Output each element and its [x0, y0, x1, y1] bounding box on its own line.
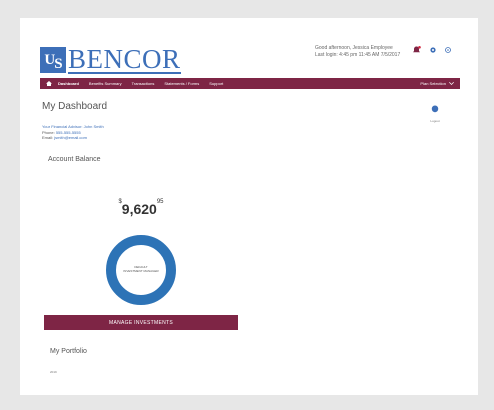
logo-mark-u: U [44, 51, 55, 68]
email-link[interactable]: jsmith@email.com [54, 135, 87, 140]
donut-center-label: DEFAULT INVESTMENT MANAGER [105, 265, 177, 273]
advisor-info: Your Financial Advisor: John Smith Phone… [42, 124, 104, 141]
nav-statements-forms[interactable]: Statements / Forms [164, 81, 199, 86]
nav-transactions[interactable]: Transactions [132, 81, 155, 86]
logout-label: Logout [430, 119, 440, 123]
power-icon [431, 105, 439, 113]
portfolio-note: 2019 [50, 370, 57, 374]
card-title: Account Balance [48, 156, 101, 163]
account-balance-card: Account Balance $9,62095 [42, 150, 240, 326]
app-screen: US BENCOR Good afternoon, Jessica Employ… [20, 18, 478, 395]
chevron-down-icon [449, 82, 454, 85]
phone-link[interactable]: 555-555-5555 [56, 130, 81, 135]
settings-icon[interactable] [430, 47, 436, 53]
home-icon[interactable] [46, 81, 52, 86]
balance-whole: 9,620 [121, 201, 157, 217]
header-icons [412, 46, 451, 54]
notification-icon[interactable] [412, 46, 421, 54]
bencor-logo[interactable]: US BENCOR [40, 46, 181, 74]
balance-cents: 95 [156, 199, 164, 206]
plan-selection-label: Plan Selection [420, 81, 446, 86]
main-nav: Dashboard Benefits Summary Transactions … [40, 78, 460, 89]
email-label: Email: [42, 135, 54, 140]
logo-mark: US [40, 47, 66, 73]
greeting: Good afternoon, Jessica Employee [315, 45, 393, 51]
donut-label-manager: INVESTMENT MANAGER [123, 269, 159, 273]
nav-dashboard[interactable]: Dashboard [58, 81, 79, 86]
logo-text: BENCOR [68, 44, 181, 74]
nav-benefits-summary[interactable]: Benefits Summary [89, 81, 122, 86]
balance-amount: $9,62095 [42, 199, 240, 217]
user-info: Good afternoon, Jessica Employee Last lo… [315, 45, 415, 59]
phone-label: Phone: [42, 129, 55, 135]
last-visit: Last login: 4:45 pm 11:45 AM 7/5/2017 [315, 52, 401, 58]
plan-selection-dropdown[interactable]: Plan Selection [420, 81, 454, 86]
portfolio-title: My Portfolio [50, 348, 87, 355]
advisor-email: Email: jsmith@email.com [42, 135, 104, 141]
logout-button[interactable]: Logout [428, 100, 442, 123]
help-icon[interactable] [445, 47, 451, 53]
balance-currency: $ [118, 199, 122, 206]
nav-support[interactable]: Support [209, 81, 223, 86]
manage-investments-button[interactable]: MANAGE INVESTMENTS [44, 315, 238, 330]
page-title: My Dashboard [42, 101, 108, 112]
logo-mark-s: S [54, 55, 62, 72]
